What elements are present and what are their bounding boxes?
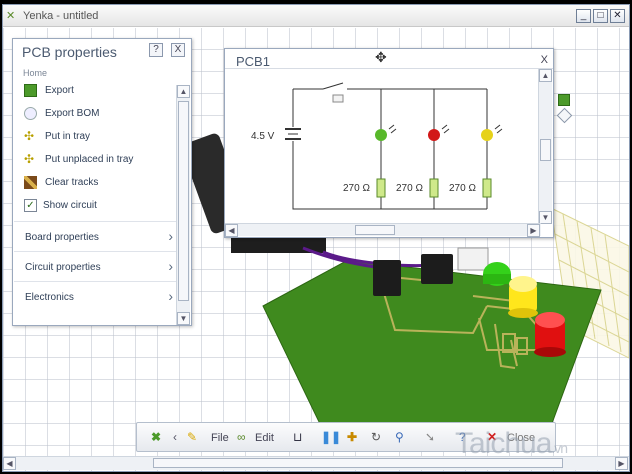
horizontal-scrollbar[interactable]: ◀ ▶ [225, 223, 541, 237]
circuit-schematic: 4.5 V 270 Ω 270 Ω 270 Ω [251, 82, 503, 210]
move-icon[interactable]: ✥ [375, 49, 387, 66]
resistor-label: 270 Ω [449, 183, 476, 194]
workspace-scrollbar[interactable]: ◀ ▶ [3, 456, 629, 470]
window-title: PCB1 [236, 54, 270, 69]
led-body [428, 129, 440, 141]
section-label: Circuit properties [25, 262, 101, 273]
move-tool-icon[interactable]: ✚ [347, 430, 357, 444]
action-label: Put unplaced in tray [45, 154, 134, 165]
help-button[interactable]: ? [149, 43, 163, 57]
resistor-2[interactable] [429, 178, 439, 198]
watermark-tld: .vn [551, 440, 568, 456]
section-label: Board properties [25, 232, 99, 243]
zoom-icon[interactable]: ⚲ [395, 430, 404, 444]
action-export-bom[interactable]: Export BOM [14, 102, 178, 125]
chevron-right-icon: › [168, 288, 173, 304]
action-put-in-tray[interactable]: ✣ Put in tray [14, 125, 178, 148]
scroll-left-icon[interactable]: ◀ [225, 224, 238, 237]
app-window: ✕ Yenka - untitled _ □ ✕ PCB properties … [2, 4, 630, 472]
panel-scrollbar[interactable]: ▲ ▼ [176, 85, 190, 325]
led-body [375, 129, 387, 141]
section-board-properties[interactable]: Board properties › [14, 221, 178, 251]
action-put-unplaced-in-tray[interactable]: ✣ Put unplaced in tray [14, 148, 178, 171]
section-electronics[interactable]: Electronics › [14, 281, 178, 311]
black-component [421, 254, 453, 284]
resistor-label: 270 Ω [396, 183, 423, 194]
pointer-icon[interactable]: ➘ [425, 430, 435, 444]
led-body [481, 129, 493, 141]
scroll-up-icon[interactable]: ▲ [539, 69, 552, 82]
clear-tracks-icon [24, 176, 37, 189]
led-green [483, 262, 511, 286]
show-circuit-checkbox[interactable]: ✓ Show circuit [14, 194, 178, 217]
scroll-right-icon[interactable]: ▶ [527, 224, 540, 237]
file-icon[interactable]: ✎ [187, 430, 197, 444]
led-yellow [508, 276, 538, 318]
resistor-1[interactable] [376, 178, 386, 198]
action-label: Export [45, 85, 74, 96]
action-label: Clear tracks [45, 177, 99, 188]
black-component [373, 260, 401, 296]
close-button[interactable]: X [171, 43, 185, 57]
file-button[interactable]: File [211, 432, 229, 444]
action-clear-tracks[interactable]: Clear tracks [14, 171, 178, 194]
checkbox-icon[interactable]: ✓ [24, 199, 37, 212]
tray-icon: ✣ [24, 152, 35, 166]
pcb-properties-panel: PCB properties ? X Home Export Export BO… [12, 38, 192, 326]
properties-list: Export Export BOM ✣ Put in tray ✣ Put un… [14, 79, 178, 311]
breadcrumb[interactable]: Home [23, 68, 47, 78]
resistor-3[interactable] [482, 178, 492, 198]
scroll-thumb[interactable] [540, 139, 551, 161]
section-label: Electronics [25, 292, 74, 303]
action-export[interactable]: Export [14, 79, 178, 102]
schematic-led-red[interactable] [428, 124, 450, 141]
window-title: Yenka - untitled [23, 10, 99, 22]
yenka-app-icon: ✕ [6, 10, 16, 22]
action-label: Put in tray [45, 131, 91, 142]
checkbox-label: Show circuit [43, 200, 97, 211]
scroll-thumb[interactable] [178, 101, 189, 301]
close-button[interactable]: X [541, 54, 548, 66]
scroll-thumb[interactable] [355, 225, 395, 235]
pause-icon[interactable]: ❚❚ [321, 430, 341, 444]
switch-component[interactable] [322, 82, 344, 103]
minimize-icon[interactable]: _ [576, 9, 591, 23]
scroll-up-icon[interactable]: ▲ [177, 85, 190, 98]
close-icon[interactable]: ✕ [610, 9, 625, 23]
rotate-icon[interactable]: ↻ [371, 430, 381, 444]
chevron-right-icon: › [168, 228, 173, 244]
title-bar[interactable]: ✕ Yenka - untitled _ □ ✕ [3, 5, 629, 27]
schematic-led-green[interactable] [375, 124, 397, 141]
chevron-right-icon: › [168, 258, 173, 274]
led-red [534, 312, 566, 357]
panel-title: PCB properties [22, 44, 117, 60]
scroll-left-icon[interactable]: ◀ [3, 457, 16, 470]
export-icon [24, 84, 37, 97]
bom-icon [24, 107, 37, 120]
edit-button[interactable]: Edit [255, 432, 274, 444]
section-circuit-properties[interactable]: Circuit properties › [14, 251, 178, 281]
schematic-led-yellow[interactable] [481, 124, 503, 141]
maximize-icon[interactable]: □ [593, 9, 608, 23]
edit-icon[interactable]: ∞ [237, 430, 246, 444]
pcb-view-icon[interactable] [558, 94, 570, 106]
tray-icon: ✣ [24, 129, 35, 143]
chevron-left-icon[interactable]: ‹ [173, 430, 177, 444]
tools-icon[interactable]: ✖ [151, 430, 161, 444]
white-component [457, 247, 489, 271]
pcb1-window: PCB1 ✥ X 4.5 V 270 Ω 270 Ω 270 Ω ▲ ▼ ◀ ▶ [224, 48, 554, 238]
action-label: Export BOM [45, 108, 100, 119]
save-icon[interactable]: ⊔ [293, 430, 302, 444]
battery-symbol[interactable] [285, 127, 301, 141]
scroll-down-icon[interactable]: ▼ [177, 312, 190, 325]
resistor-label: 270 Ω [343, 183, 370, 194]
scroll-right-icon[interactable]: ▶ [615, 457, 628, 470]
battery-label: 4.5 V [251, 131, 275, 142]
scroll-thumb[interactable] [153, 458, 563, 468]
vertical-scrollbar[interactable]: ▲ ▼ [538, 69, 552, 224]
